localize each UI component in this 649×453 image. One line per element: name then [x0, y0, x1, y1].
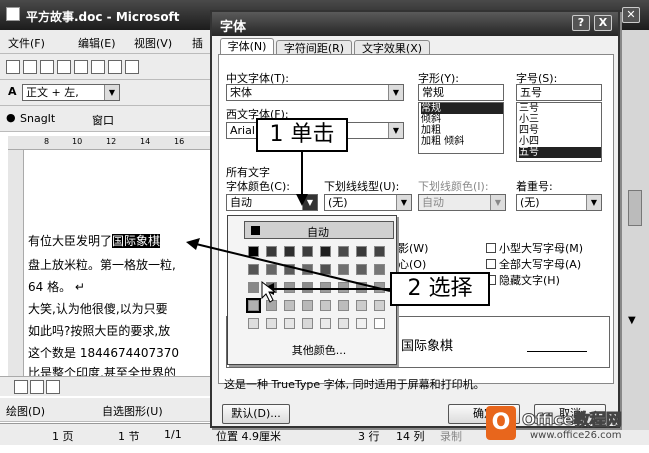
watermark-url: www.office26.com: [530, 430, 622, 441]
arrow-head: [296, 194, 308, 206]
office-logo-icon: O: [486, 406, 516, 440]
watermark: O Office教程网 www.office26.com: [484, 404, 644, 448]
annotation-arrows: [186, 152, 391, 303]
arrow-head: [186, 238, 200, 250]
arrow-to-text: [195, 243, 391, 292]
watermark-brand: Office教程网: [522, 410, 623, 430]
